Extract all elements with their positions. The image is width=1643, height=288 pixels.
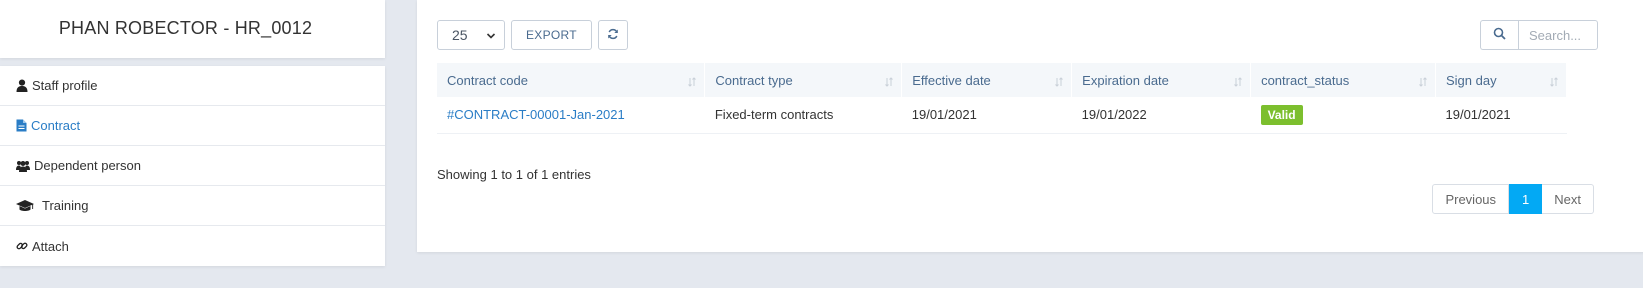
file-icon	[16, 119, 27, 132]
refresh-icon	[607, 28, 619, 43]
status-badge: Valid	[1260, 104, 1303, 125]
export-label: EXPORT	[526, 28, 577, 42]
sidebar-item-dependent-person[interactable]: Dependent person	[0, 146, 385, 186]
graduation-cap-icon	[16, 199, 34, 212]
contract-code-link[interactable]: #CONTRACT-00001-Jan-2021	[447, 107, 625, 122]
sort-icon	[1550, 75, 1558, 90]
export-button[interactable]: EXPORT	[511, 20, 592, 50]
column-header-contract-code[interactable]: Contract code	[437, 63, 706, 97]
sidebar-item-label: Contract	[31, 118, 81, 133]
sort-icon	[1419, 75, 1427, 90]
contract-table: Contract code Contract type Effective da…	[437, 63, 1567, 134]
column-header-effective-date[interactable]: Effective date	[901, 63, 1073, 97]
search-input[interactable]	[1518, 20, 1598, 50]
search-icon	[1493, 27, 1506, 43]
refresh-button[interactable]	[597, 20, 628, 50]
table-header-row: Contract code Contract type Effective da…	[437, 63, 1567, 97]
column-label: Contract type	[715, 72, 793, 88]
sidebar-item-training[interactable]: Training	[0, 186, 385, 226]
link-icon	[16, 240, 28, 252]
search-box	[1480, 20, 1598, 50]
sort-icon	[688, 75, 697, 90]
sidebar-item-attach[interactable]: Attach	[0, 226, 385, 266]
column-header-expiration-date[interactable]: Expiration date	[1071, 63, 1252, 97]
pagination-previous-button[interactable]: Previous	[1432, 184, 1510, 214]
profile-header: PHAN ROBECTOR - HR_0012	[0, 0, 385, 58]
table-row: #CONTRACT-00001-Jan-2021 Fixed-term cont…	[437, 97, 1567, 134]
cell-expiration-date: 19/01/2022	[1071, 97, 1251, 134]
table-toolbar: 25 EXPORT	[437, 20, 628, 50]
sort-icon	[885, 75, 894, 90]
column-label: Effective date	[912, 72, 991, 88]
sidebar-item-contract[interactable]: Contract	[0, 106, 385, 146]
column-header-contract-status[interactable]: contract_status	[1250, 63, 1436, 97]
cell-effective-date: 19/01/2021	[901, 97, 1072, 134]
table-info: Showing 1 to 1 of 1 entries	[437, 167, 591, 182]
cell-contract-type: Fixed-term contracts	[704, 97, 902, 134]
pagination-next-button[interactable]: Next	[1542, 184, 1594, 214]
user-icon	[16, 79, 28, 92]
profile-title: PHAN ROBECTOR - HR_0012	[58, 17, 313, 38]
sidebar-item-label: Dependent person	[34, 158, 141, 173]
pagination: Previous 1 Next	[1432, 184, 1594, 214]
column-label: Expiration date	[1082, 72, 1169, 88]
contract-panel: 25 EXPORT Contract code	[417, 0, 1643, 252]
column-label: Contract code	[447, 72, 528, 88]
sidebar-nav: Staff profile Contract Dependent person …	[0, 66, 385, 266]
page-size-value: 25	[452, 27, 468, 43]
sort-icon	[1055, 75, 1064, 90]
search-button[interactable]	[1480, 20, 1518, 50]
column-label: Sign day	[1446, 72, 1497, 88]
column-label: contract_status	[1261, 72, 1350, 88]
sidebar-item-label: Attach	[32, 238, 69, 254]
sidebar-item-staff-profile[interactable]: Staff profile	[0, 66, 385, 106]
chevron-down-icon	[486, 29, 496, 45]
column-header-sign-day[interactable]: Sign day	[1435, 63, 1567, 97]
users-icon	[16, 160, 30, 172]
cell-contract-status: Valid	[1250, 97, 1436, 134]
sidebar-item-label: Staff profile	[32, 78, 98, 93]
sidebar-item-label: Training	[42, 198, 89, 213]
pagination-page-1[interactable]: 1	[1509, 184, 1543, 214]
page-size-select[interactable]: 25	[437, 20, 505, 50]
cell-contract-code: #CONTRACT-00001-Jan-2021	[437, 97, 705, 134]
column-header-contract-type[interactable]: Contract type	[704, 63, 903, 97]
sort-icon	[1234, 75, 1242, 90]
cell-sign-day: 19/01/2021	[1435, 97, 1567, 134]
